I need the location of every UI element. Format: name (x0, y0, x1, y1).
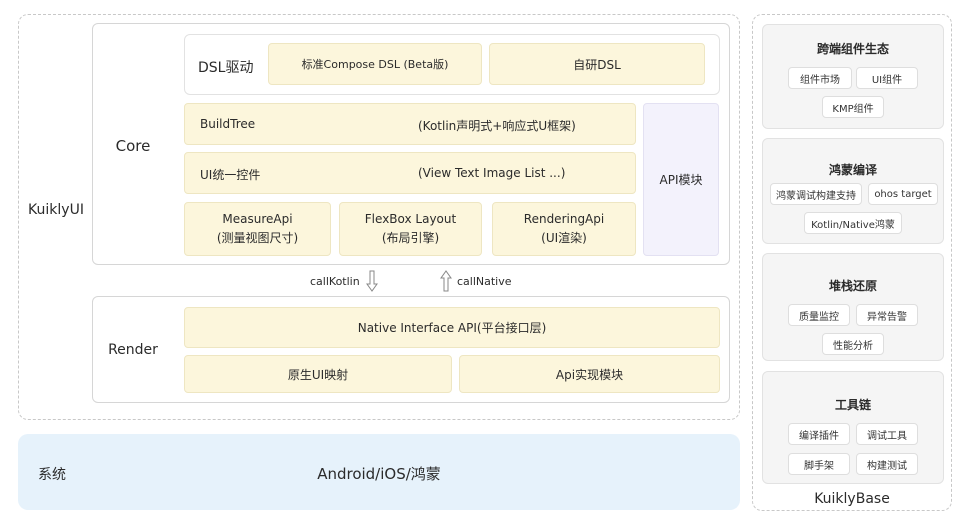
flexbox-layout-name: FlexBox Layout (364, 212, 457, 226)
measure-api-box: MeasureApi (测量视图尺寸) (184, 202, 331, 256)
ui-controls-desc: (View Text Image List ...) (418, 166, 566, 180)
measure-api-desc: (测量视图尺寸) (216, 231, 299, 245)
chip-build-test: 构建测试 (856, 453, 918, 475)
chip-compile-plugin: 编译插件 (788, 423, 850, 445)
dsl-driver-label: DSL驱动 (198, 60, 254, 76)
arrow-up-icon (440, 270, 452, 292)
measure-api-name: MeasureApi (222, 212, 293, 226)
build-tree-desc: (Kotlin声明式+响应式U框架) (418, 119, 576, 133)
chip-ohos-target: ohos target (868, 183, 938, 205)
rendering-api-box: RenderingApi (UI渲染) (492, 202, 636, 256)
native-interface-box: Native Interface API(平台接口层) (184, 307, 720, 348)
api-impl-box: Api实现模块 (459, 355, 720, 393)
chip-component-market: 组件市场 (788, 67, 852, 89)
card-stack-restore-title: 堆栈还原 (828, 279, 877, 293)
kuikly-ui-label: KuiklyUI (28, 202, 84, 218)
chip-quality-monitoring: 质量监控 (788, 304, 850, 326)
kuikly-base-label: KuiklyBase (814, 491, 890, 507)
native-ui-mapping-box: 原生UI映射 (184, 355, 452, 393)
api-module-box: API模块 (643, 103, 719, 256)
custom-dsl-box: 自研DSL (489, 43, 705, 85)
call-kotlin-label: callKotlin (310, 275, 360, 288)
chip-scaffold: 脚手架 (788, 453, 850, 475)
flexbox-layout-box: FlexBox Layout (布局引擎) (339, 202, 482, 256)
chip-debug-tools: 调试工具 (856, 423, 918, 445)
card-cross-platform-ecosystem-title: 跨端组件生态 (816, 42, 889, 56)
chip-performance-analysis: 性能分析 (822, 333, 884, 355)
call-native-label: callNative (457, 275, 512, 288)
build-tree-label: BuildTree (200, 117, 256, 131)
card-toolchain-title: 工具链 (834, 398, 871, 412)
compose-dsl-box: 标准Compose DSL (Beta版) (268, 43, 482, 85)
render-label: Render (108, 342, 158, 358)
card-harmony-compile-title: 鸿蒙编译 (828, 163, 877, 177)
rendering-api-name: RenderingApi (523, 212, 605, 226)
rendering-api-desc: (UI渲染) (541, 231, 587, 245)
chip-harmony-debug-build: 鸿蒙调试构建支持 (770, 183, 862, 205)
arrow-down-icon (366, 270, 378, 292)
chip-kotlin-native-harmony: Kotlin/Native鸿蒙 (804, 212, 902, 234)
chip-kmp-components: KMP组件 (822, 96, 884, 118)
ui-controls-label: UI统一控件 (200, 168, 261, 182)
chip-ui-components: UI组件 (856, 67, 918, 89)
chip-exception-alert: 异常告警 (856, 304, 918, 326)
core-label: Core (115, 137, 151, 155)
flexbox-layout-desc: (布局引擎) (381, 231, 440, 245)
system-platforms: Android/iOS/鸿蒙 (317, 465, 441, 483)
